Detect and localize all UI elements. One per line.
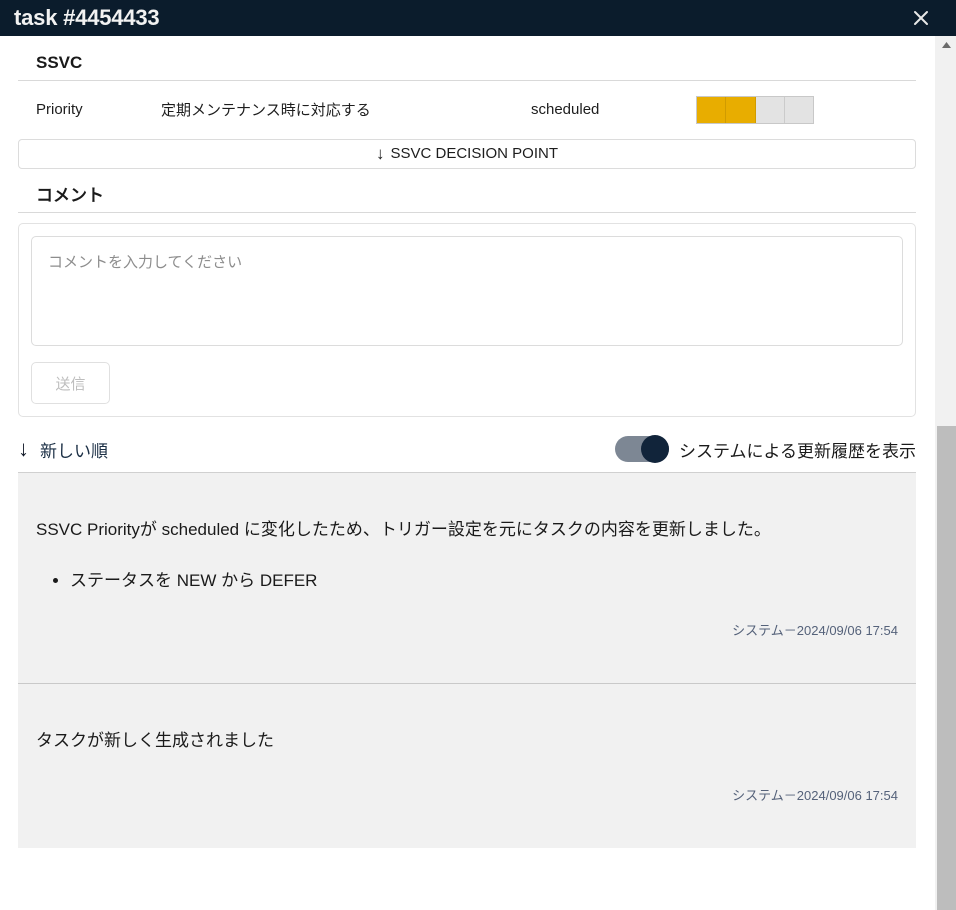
history-entry-meta: システム－2024/09/06 17:54 <box>732 622 898 638</box>
history-entry-bullets: ステータスを NEW から DEFER <box>36 567 898 594</box>
meter-segment <box>784 96 813 123</box>
scroll-up-icon[interactable] <box>935 36 956 54</box>
sort-order-control[interactable]: ↓ 新しい順 <box>18 437 108 462</box>
close-icon[interactable] <box>908 5 934 31</box>
show-system-history-toggle[interactable]: システムによる更新履歴を表示 <box>615 435 916 464</box>
comments-section-divider <box>18 212 916 214</box>
toggle-knob <box>641 435 670 464</box>
meter-segment <box>726 96 756 123</box>
history-entry-text: SSVC Priorityが scheduled に変化したため、トリガー設定を… <box>36 520 771 540</box>
history-entry-bullet: ステータスを NEW から DEFER <box>70 567 898 594</box>
comments-section: コメント <box>18 169 916 214</box>
dialog-content: SSVC Priority 定期メンテナンス時に対応する scheduled ↓… <box>0 36 934 910</box>
comments-section-title: コメント <box>36 185 104 205</box>
toggle-switch[interactable] <box>615 435 670 464</box>
dialog-titlebar: task #4454433 <box>0 0 956 36</box>
arrow-down-icon: ↓ <box>375 144 385 164</box>
show-system-history-label: システムによる更新履歴を表示 <box>679 441 916 461</box>
history-entry: SSVC Priorityが scheduled に変化したため、トリガー設定を… <box>18 473 916 682</box>
history-entry-meta: システム－2024/09/06 17:54 <box>732 788 898 804</box>
comment-input[interactable] <box>31 236 903 347</box>
ssvc-priority-description: 定期メンテナンス時に対応する <box>161 102 371 120</box>
history-entry-text: タスクが新しく生成されました <box>36 730 274 750</box>
ssvc-decision-point-button[interactable]: ↓ SSVC DECISION POINT <box>18 138 916 169</box>
comment-composer: 送信 <box>18 223 916 418</box>
ssvc-section-title: SSVC <box>36 53 83 72</box>
sort-order-label: 新しい順 <box>40 441 108 461</box>
ssvc-section: SSVC <box>18 36 916 81</box>
arrow-down-icon: ↓ <box>18 436 29 462</box>
scrollbar-thumb[interactable] <box>937 426 956 910</box>
dialog-title: task #4454433 <box>14 5 160 30</box>
meter-segment <box>755 96 785 123</box>
history-entry: タスクが新しく生成されました システム－2024/09/06 17:54 <box>18 682 916 848</box>
ssvc-priority-meter <box>696 95 814 124</box>
task-detail-dialog: task #4454433 SSVC Priority 定期メンテナンス時に対応… <box>0 0 956 910</box>
ssvc-priority-value: scheduled <box>531 101 600 119</box>
ssvc-priority-row: Priority 定期メンテナンス時に対応する scheduled <box>18 81 916 139</box>
meter-segment <box>697 96 727 123</box>
history-controls-bar: ↓ 新しい順 システムによる更新履歴を表示 <box>18 431 916 467</box>
comment-submit-button[interactable]: 送信 <box>31 362 110 405</box>
vertical-scrollbar[interactable] <box>934 36 956 910</box>
ssvc-decision-point-label: SSVC DECISION POINT <box>390 145 559 163</box>
history-list: SSVC Priorityが scheduled に変化したため、トリガー設定を… <box>18 472 916 849</box>
ssvc-priority-label: Priority <box>36 101 83 119</box>
